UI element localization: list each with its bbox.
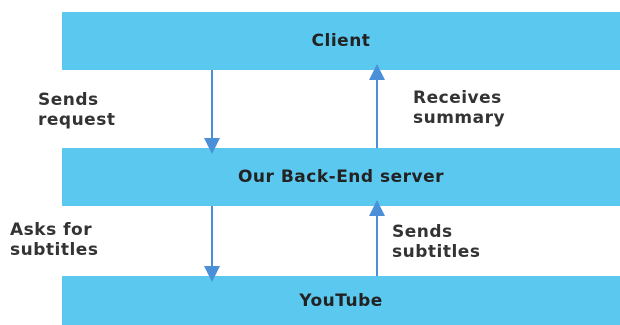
sends-request-line-1: Sends (38, 90, 99, 110)
receives-summary-line-1: Receives (413, 88, 502, 108)
asks-for-subtitles-label: Asks for subtitles (10, 220, 98, 260)
sends-subtitles-label: Sends subtitles (392, 222, 480, 262)
sends-subtitles-line-2: subtitles (392, 242, 481, 262)
arrows-layer (204, 64, 385, 282)
receives-summary-line-2: summary (413, 108, 506, 128)
sends-request-label: Sends request (38, 90, 115, 130)
asks-for-subtitles-line-2: subtitles (10, 240, 99, 260)
sends-request-line-2: request (38, 110, 116, 130)
asks-for-subtitles-line-1: Asks for (10, 220, 93, 240)
sends-subtitles-line-1: Sends (392, 222, 453, 242)
receives-summary-label: Receives summary (413, 88, 505, 128)
